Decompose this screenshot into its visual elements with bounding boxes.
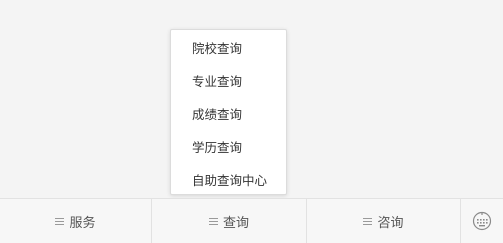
tab-consult[interactable]: 咨询 — [307, 199, 460, 243]
tab-service[interactable]: 服务 — [0, 199, 151, 243]
tab-consult-label: 咨询 — [377, 215, 404, 231]
menu-item-score-query[interactable]: 成绩查询 — [171, 98, 286, 131]
keyboard-icon — [472, 211, 492, 231]
popup-menu: 院校查询 专业查询 成绩查询 学历查询 自助查询中心 — [170, 29, 287, 195]
bottom-menu-bar: 服务 查询 咨询 — [0, 198, 503, 243]
menu-item-self-service-center[interactable]: 自助查询中心 — [171, 164, 286, 197]
menu-icon — [55, 217, 65, 225]
tab-query[interactable]: 查询 — [152, 199, 306, 243]
menu-icon — [363, 217, 373, 225]
menu-item-school-query[interactable]: 院校查询 — [171, 32, 286, 65]
tab-query-label: 查询 — [222, 215, 249, 231]
menu-icon — [208, 217, 218, 225]
menu-item-major-query[interactable]: 专业查询 — [171, 65, 286, 98]
keyboard-toggle-button[interactable] — [461, 199, 503, 243]
tab-service-label: 服务 — [69, 215, 96, 231]
menu-item-education-query[interactable]: 学历查询 — [171, 131, 286, 164]
